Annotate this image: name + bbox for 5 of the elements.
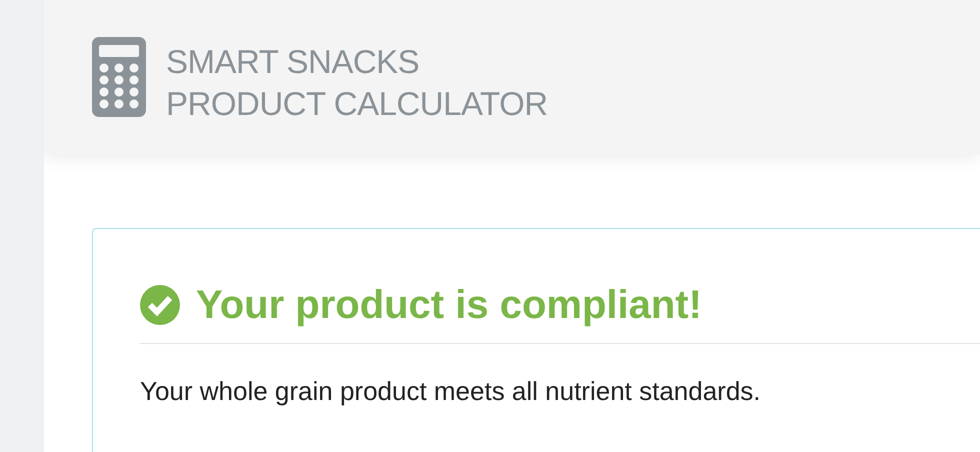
calculator-icon [92,37,146,117]
result-heading: Your product is compliant! [196,282,702,328]
result-message: Your whole grain product meets all nutrient standards. [140,376,761,407]
app-title: PRODUCT CALCULATOR [166,84,548,124]
app-title: SMART SNACKS [166,42,420,82]
